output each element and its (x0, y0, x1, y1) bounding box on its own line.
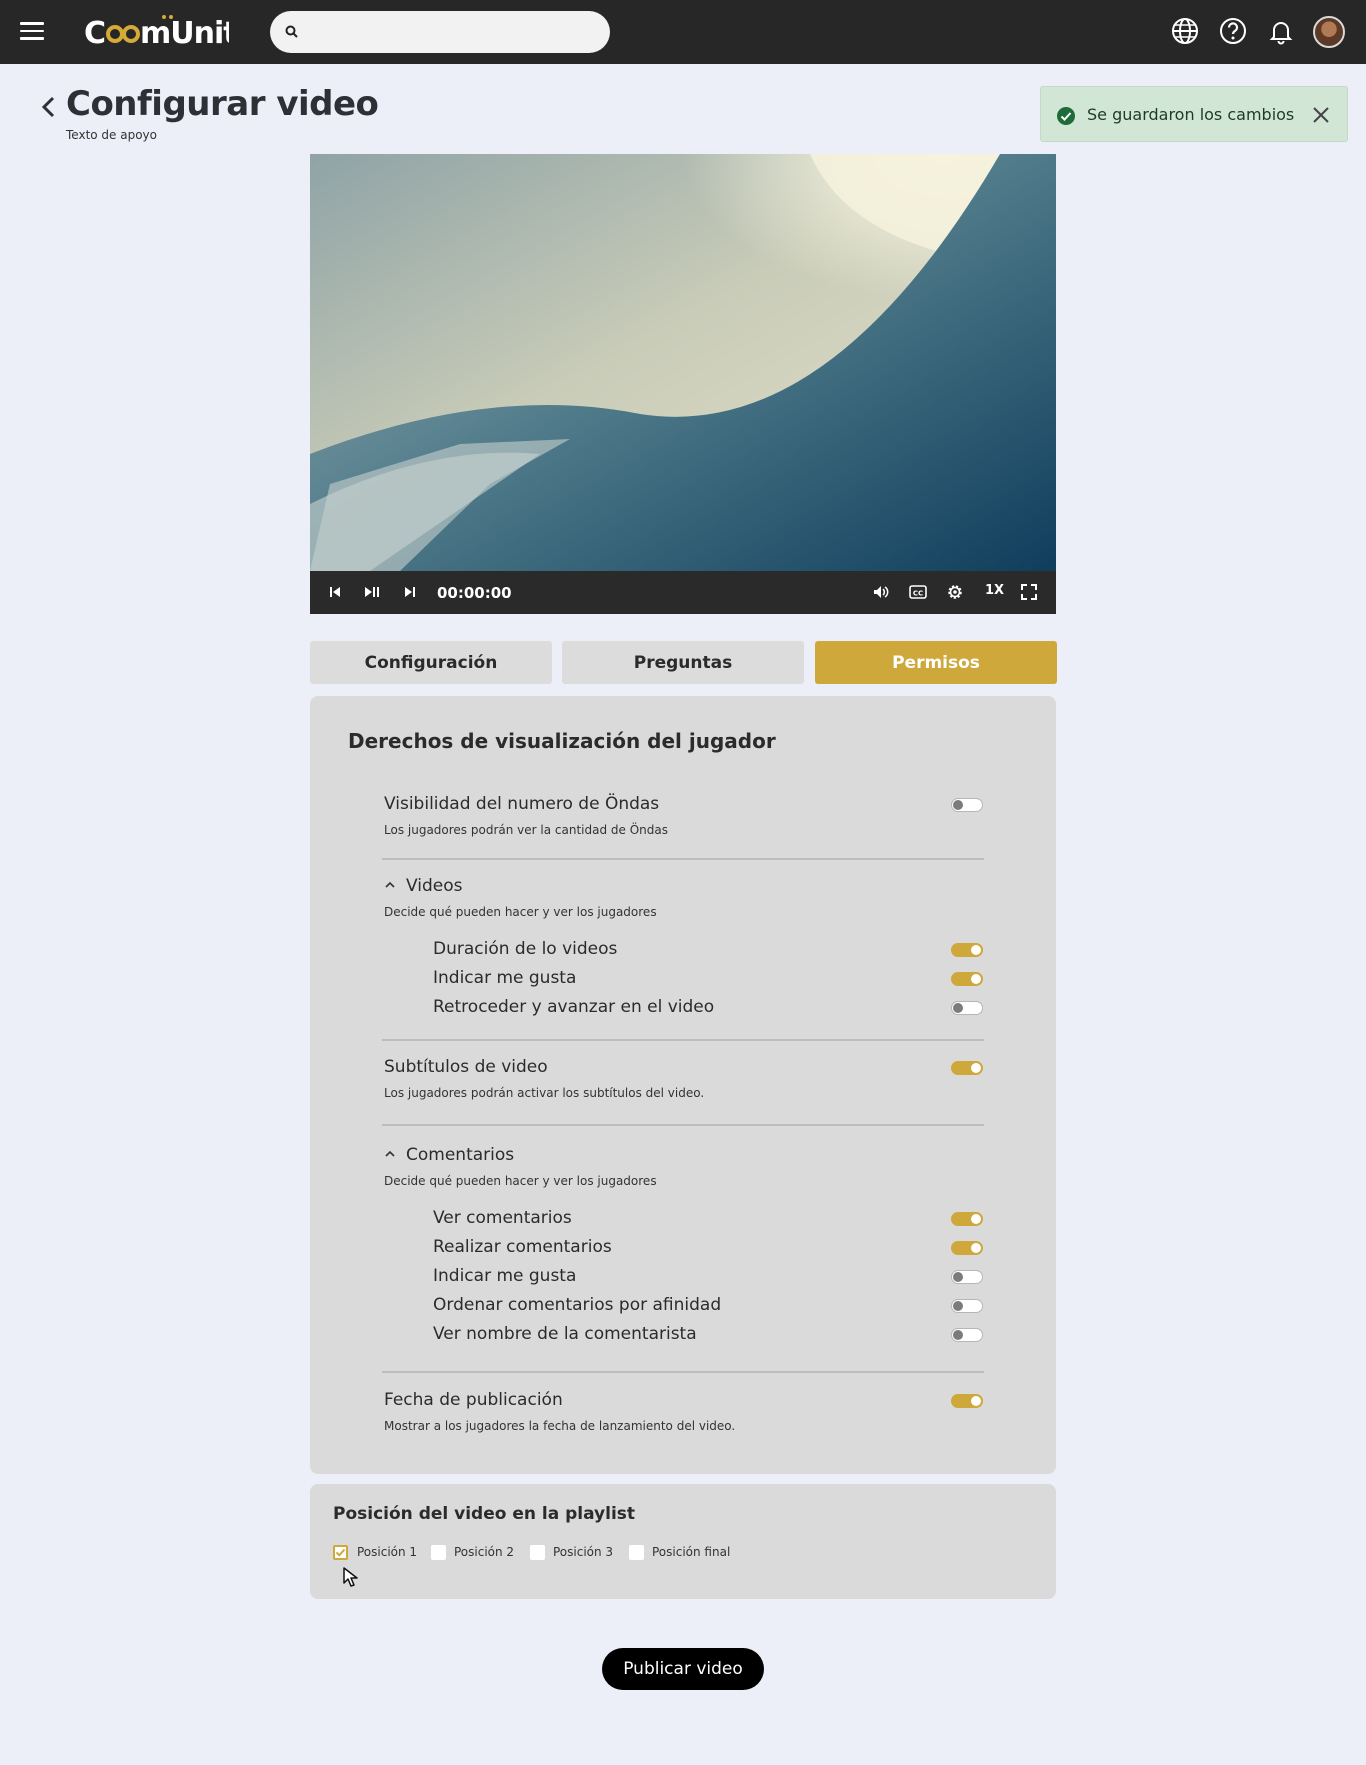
chevron-up-icon[interactable] (384, 1149, 396, 1159)
bell-icon[interactable] (1265, 15, 1297, 47)
commenter-name-label: Ver nombre de la comentarista (433, 1324, 697, 1344)
permissions-panel: Derechos de visualización del jugador Vi… (310, 696, 1056, 1474)
top-bar: C mUnity (0, 0, 1366, 64)
position-3-checkbox[interactable] (530, 1545, 545, 1560)
video-seek-label: Retroceder y avanzar en el video (433, 997, 715, 1017)
coomunity-logo: C mUnity (84, 15, 258, 51)
playback-speed[interactable]: 1X (985, 583, 1004, 598)
check-circle-icon (1057, 107, 1075, 125)
ondas-visibility-toggle[interactable] (951, 798, 983, 812)
subtitles-label: Subtítulos de video (384, 1057, 548, 1077)
app-logo[interactable]: C mUnity (84, 12, 258, 60)
video-seek-toggle[interactable] (951, 1001, 983, 1015)
back-arrow-icon[interactable] (38, 94, 60, 120)
divider (382, 1371, 984, 1373)
fullscreen-icon[interactable] (1019, 582, 1039, 602)
commenter-name-toggle[interactable] (951, 1328, 983, 1342)
view-comments-label: Ver comentarios (433, 1208, 572, 1228)
publish-date-toggle[interactable] (951, 1394, 983, 1408)
divider (382, 1124, 984, 1126)
user-avatar[interactable] (1313, 16, 1345, 48)
page-subtitle: Texto de apoyo (66, 128, 157, 142)
checkmark-icon (335, 1548, 346, 1557)
close-icon[interactable] (1310, 104, 1332, 126)
sort-comments-label: Ordenar comentarios por afinidad (433, 1295, 722, 1315)
svg-text:C: C (84, 16, 105, 51)
ondas-visibility-desc: Los jugadores podrán ver la cantidad de … (384, 823, 668, 837)
svg-text:CC: CC (913, 590, 923, 598)
closed-captions-icon[interactable]: CC (908, 582, 928, 602)
publish-video-button[interactable]: Publicar video (602, 1648, 764, 1690)
subtitles-desc: Los jugadores podrán activar los subtítu… (384, 1086, 705, 1100)
playlist-position-panel: Posición del video en la playlist Posici… (310, 1484, 1056, 1599)
skip-previous-icon[interactable] (325, 582, 345, 602)
menu-icon[interactable] (20, 22, 44, 42)
mouse-cursor-icon (343, 1567, 358, 1587)
globe-icon[interactable] (1169, 15, 1201, 47)
help-icon[interactable] (1217, 15, 1249, 47)
volume-icon[interactable] (871, 582, 891, 602)
position-2-label[interactable]: Posición 2 (454, 1545, 514, 1559)
position-final-label[interactable]: Posición final (652, 1545, 730, 1559)
publish-date-desc: Mostrar a los jugadores la fecha de lanz… (384, 1419, 736, 1433)
video-duration-label: Duración de lo videos (433, 939, 618, 959)
search-input[interactable] (310, 19, 595, 45)
video-like-label: Indicar me gusta (433, 968, 577, 988)
comments-section-label[interactable]: Comentarios (406, 1145, 514, 1165)
tab-preguntas[interactable]: Preguntas (562, 641, 804, 684)
position-1-checkbox[interactable] (333, 1545, 348, 1560)
subtitles-toggle[interactable] (951, 1061, 983, 1075)
ondas-visibility-label: Visibilidad del numero de Öndas (384, 794, 660, 814)
play-pause-icon[interactable] (362, 582, 382, 602)
tab-permisos[interactable]: Permisos (815, 641, 1057, 684)
video-thumbnail[interactable] (310, 154, 1056, 571)
position-2-checkbox[interactable] (431, 1545, 446, 1560)
sort-comments-toggle[interactable] (951, 1299, 983, 1313)
divider (382, 1039, 984, 1041)
view-comments-toggle[interactable] (951, 1212, 983, 1226)
divider (382, 858, 984, 860)
page-title: Configurar video (66, 84, 379, 124)
video-like-toggle[interactable] (951, 972, 983, 986)
search-bar[interactable] (270, 11, 610, 53)
settings-gear-icon[interactable] (945, 582, 965, 602)
video-duration-toggle[interactable] (951, 943, 983, 957)
toast-message: Se guardaron los cambios (1087, 105, 1295, 124)
comments-section-desc: Decide qué pueden hacer y ver los jugado… (384, 1174, 657, 1188)
position-1-label[interactable]: Posición 1 (357, 1545, 417, 1559)
success-toast: Se guardaron los cambios (1040, 86, 1348, 142)
search-icon (285, 25, 298, 38)
video-time: 00:00:00 (437, 584, 512, 602)
publish-date-label: Fecha de publicación (384, 1390, 563, 1410)
videos-section-label[interactable]: Videos (406, 876, 463, 896)
make-comments-toggle[interactable] (951, 1241, 983, 1255)
svg-text:mUnity: mUnity (140, 16, 229, 51)
videos-section-desc: Decide qué pueden hacer y ver los jugado… (384, 905, 657, 919)
position-3-label[interactable]: Posición 3 (553, 1545, 613, 1559)
playlist-title: Posición del video en la playlist (333, 1504, 636, 1524)
skip-next-icon[interactable] (400, 582, 420, 602)
tab-configuracion[interactable]: Configuración (310, 641, 552, 684)
comment-like-label: Indicar me gusta (433, 1266, 577, 1286)
player-controls: 00:00:00 CC 1X (310, 571, 1056, 614)
position-final-checkbox[interactable] (629, 1545, 644, 1560)
video-player[interactable]: 00:00:00 CC 1X (310, 154, 1056, 614)
comment-like-toggle[interactable] (951, 1270, 983, 1284)
make-comments-label: Realizar comentarios (433, 1237, 612, 1257)
chevron-up-icon[interactable] (384, 880, 396, 890)
permissions-title: Derechos de visualización del jugador (348, 729, 776, 753)
